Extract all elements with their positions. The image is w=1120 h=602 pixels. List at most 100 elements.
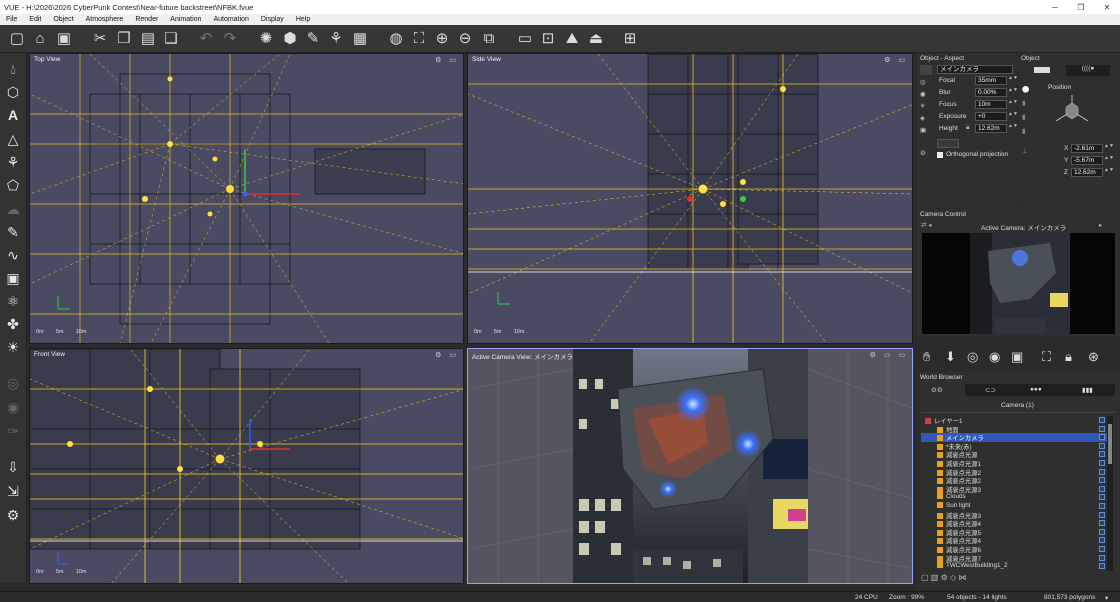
visibility-checkbox[interactable]	[1099, 485, 1105, 492]
viewport-options-icon[interactable]: ⚙ ▭	[435, 351, 459, 359]
brush-icon[interactable]: ✎	[303, 29, 323, 49]
list-item[interactable]: 減衰点光源7	[921, 554, 1107, 563]
browser-footer-icons[interactable]: ▢ ▥ ⚙ ◇ ⋈	[921, 573, 966, 582]
duplicate-icon[interactable]: ❏	[161, 29, 181, 49]
import-icon[interactable]: ⇩	[3, 457, 23, 477]
numeric-mode-icon[interactable]: ((((●	[1066, 65, 1110, 76]
snapshot-icon[interactable]: ▣	[1011, 349, 1023, 365]
preset-dropdown[interactable]	[937, 139, 959, 148]
camera-name-select[interactable]: メインカメラ	[937, 65, 1013, 74]
list-item[interactable]: 減衰点光源	[921, 450, 1107, 459]
cube-icon[interactable]: ⬡	[3, 82, 23, 102]
list-item[interactable]: 減衰点光源5	[921, 528, 1107, 537]
next-camera-icon[interactable]: ▸	[1099, 221, 1102, 229]
menu-edit[interactable]: Edit	[23, 16, 47, 23]
links-tab-icon[interactable]: ⊂⊃	[985, 386, 996, 394]
terrain-icon[interactable]: △	[3, 129, 23, 149]
list-item[interactable]: 減衰点光源3	[921, 511, 1107, 520]
focal-field[interactable]: 35mm	[975, 76, 1007, 85]
menu-file[interactable]: File	[0, 16, 23, 23]
blur-field[interactable]: 0.00%	[975, 88, 1007, 97]
x-stepper[interactable]: ▲▼	[1104, 144, 1114, 153]
side-viewport[interactable]: Side View ⚙ ▭ 0m 5m 10m	[467, 53, 913, 344]
settings-icon[interactable]: ⚙	[920, 149, 926, 157]
zoom-in-icon[interactable]: ⊕	[432, 29, 452, 49]
materials-tab-icon[interactable]: ●●●	[1030, 386, 1042, 393]
paste-icon[interactable]: ▤	[138, 29, 158, 49]
visibility-checkbox[interactable]	[1099, 546, 1105, 552]
redo-icon[interactable]: ↷	[220, 29, 240, 49]
visibility-checkbox[interactable]	[1099, 563, 1105, 570]
list-item[interactable]: 減衰点光源2	[921, 468, 1107, 477]
menu-display[interactable]: Display	[255, 16, 290, 23]
save-icon[interactable]: ▣	[54, 29, 74, 49]
close-button[interactable]: ✕	[1094, 3, 1120, 12]
rock-icon[interactable]: ⬠	[3, 175, 23, 195]
frame-all-icon[interactable]: ⛶	[409, 29, 429, 49]
list-item[interactable]: 減衰点光源3	[921, 485, 1107, 494]
list-item[interactable]: *未来(赤)	[921, 442, 1107, 451]
visibility-checkbox[interactable]	[1099, 503, 1105, 509]
visibility-checkbox[interactable]	[1099, 477, 1105, 484]
list-item[interactable]: Clouds	[921, 493, 1107, 502]
minimize-button[interactable]: ─	[1042, 3, 1068, 12]
z-field[interactable]: 12.62m	[1071, 168, 1103, 177]
y-stepper[interactable]: ▲▼	[1104, 156, 1114, 165]
material-icon[interactable]: ⚘	[326, 29, 346, 49]
zoom-out-icon[interactable]: ⊖	[455, 29, 475, 49]
ecosystem-icon[interactable]: ✤	[3, 314, 23, 334]
paint-icon[interactable]: ✎	[3, 222, 23, 242]
globe-icon[interactable]: ◍	[386, 29, 406, 49]
visibility-checkbox[interactable]	[1099, 520, 1105, 527]
water-icon[interactable]: 💧︎	[3, 59, 23, 79]
camera-swap-icon[interactable]: ⇄ ◂	[921, 221, 932, 229]
visibility-checkbox[interactable]	[1099, 511, 1105, 518]
menu-object[interactable]: Object	[47, 16, 79, 23]
list-item[interactable]: レイヤー1	[921, 416, 1107, 425]
sun-icon[interactable]: ☀	[3, 337, 23, 357]
export-icon[interactable]: ⇲	[3, 481, 23, 501]
visibility-checkbox[interactable]	[1099, 554, 1105, 561]
camera-tool-icon[interactable]: ◉	[3, 397, 23, 417]
render-icon[interactable]: ▭	[515, 29, 535, 49]
list-item[interactable]: メインカメラ	[921, 433, 1107, 442]
menu-help[interactable]: Help	[290, 16, 316, 23]
focus-stepper[interactable]: ▲▼	[1008, 100, 1018, 109]
pan-icon[interactable]: ✋︎	[923, 349, 930, 365]
front-viewport[interactable]: Front View ⚙ ▭ 0m 5m 10m	[29, 348, 464, 584]
rotate-icon[interactable]: ◎	[967, 349, 978, 365]
render-landscape-icon[interactable]: ⛰	[562, 29, 582, 49]
exposure-stepper[interactable]: ▲▼	[1008, 112, 1018, 121]
orthogonal-checkbox[interactable]	[937, 152, 943, 158]
focus-field[interactable]: 10m	[975, 100, 1007, 109]
plant-icon[interactable]: ⚘	[3, 152, 23, 172]
visibility-checkbox[interactable]	[1099, 434, 1105, 441]
store-camera-icon[interactable]: ⊛	[1088, 349, 1099, 365]
viewport-options-icon[interactable]: ⚙ ▭ ▭	[870, 351, 908, 359]
z-stepper[interactable]: ▲▼	[1104, 168, 1114, 177]
list-item[interactable]: 減衰点光源4	[921, 536, 1107, 545]
atmo-icon[interactable]: ◎	[3, 373, 23, 393]
list-item[interactable]: 地面	[921, 425, 1107, 434]
copy-icon[interactable]: ❐	[114, 29, 134, 49]
menu-automation[interactable]: Automation	[207, 16, 254, 23]
visibility-checkbox[interactable]	[1099, 468, 1105, 475]
y-field[interactable]: -5.67m	[1071, 156, 1103, 165]
undo-icon[interactable]: ↶	[196, 29, 216, 49]
scrollbar[interactable]	[1107, 416, 1113, 571]
lock-icon[interactable]: 🔒︎	[966, 124, 969, 132]
size-icon[interactable]: ▮	[1022, 113, 1026, 121]
open-folder-icon[interactable]: ⌂	[30, 29, 50, 49]
gear-tool-icon[interactable]: ⚙	[3, 505, 23, 525]
menu-render[interactable]: Render	[129, 16, 164, 23]
fit-icon[interactable]: ⧉	[479, 29, 499, 49]
height-stepper[interactable]: ▲▼	[1008, 124, 1018, 133]
scrollbar-thumb[interactable]	[1108, 424, 1112, 464]
visibility-checkbox[interactable]	[1099, 425, 1105, 432]
new-file-icon[interactable]: ▢	[7, 29, 27, 49]
visibility-checkbox[interactable]	[1099, 442, 1105, 449]
menu-animation[interactable]: Animation	[164, 16, 207, 23]
top-viewport[interactable]: Top View ⚙ ▭ 0m 5m 10m	[29, 53, 464, 344]
text-icon[interactable]: A	[3, 105, 23, 125]
x-field[interactable]: -2.61m	[1071, 144, 1103, 153]
